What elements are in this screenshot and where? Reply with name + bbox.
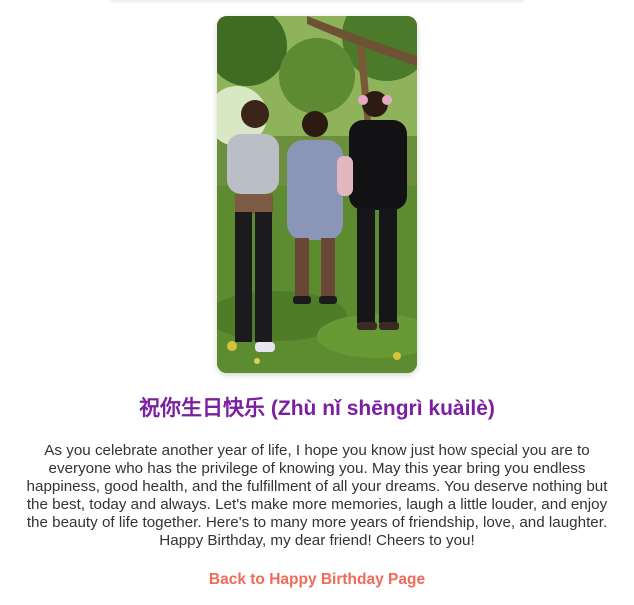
back-to-birthday-page-link[interactable]: Back to Happy Birthday Page	[0, 570, 634, 590]
header-shadow	[110, 0, 524, 4]
friends-photo	[217, 16, 417, 373]
photo-illustration	[217, 16, 417, 373]
birthday-message-page: 祝你生日快乐 (Zhù nǐ shēngrì kuàilè) As you ce…	[0, 0, 634, 605]
birthday-message: As you celebrate another year of life, I…	[26, 442, 608, 549]
page-title: 祝你生日快乐 (Zhù nǐ shēngrì kuàilè)	[139, 397, 495, 420]
